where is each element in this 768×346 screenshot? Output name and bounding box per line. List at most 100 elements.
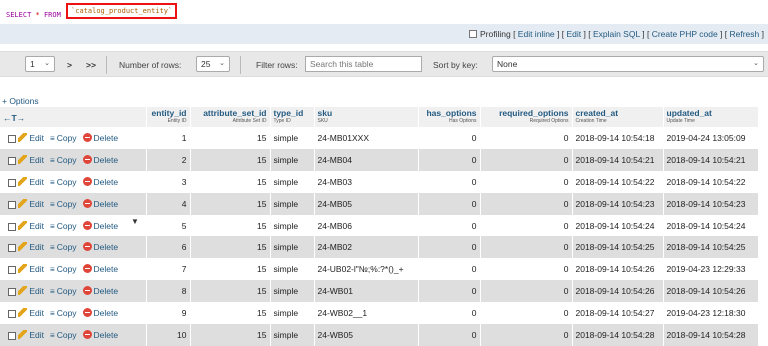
cell-required-options[interactable]: 0 (480, 280, 573, 303)
cell-type-id[interactable]: simple (270, 192, 315, 215)
cell-updated-at[interactable]: 2018-09-14 10:54:26 (663, 280, 759, 303)
cell-required-options[interactable]: 0 (480, 170, 573, 193)
delete-row-button[interactable]: Delete (82, 242, 118, 252)
column-header-updated-at[interactable]: updated_at Update Time (663, 107, 759, 127)
next-page-button[interactable]: > (67, 60, 72, 70)
cell-sku[interactable]: 24-MB04 (314, 148, 419, 171)
cell-has-options[interactable]: 0 (418, 236, 481, 259)
cell-attribute-set-id[interactable]: 15 (190, 280, 271, 303)
cell-required-options[interactable]: 0 (480, 127, 573, 149)
delete-row-button[interactable]: Delete (82, 154, 118, 165)
profiling-checkbox[interactable] (468, 30, 477, 38)
profiling-label[interactable]: Profiling (480, 29, 511, 39)
edit-row-button[interactable]: Edit (18, 220, 44, 231)
edit-link[interactable]: Edit (566, 29, 581, 39)
cell-updated-at[interactable]: 2018-09-14 10:54:22 (663, 170, 759, 193)
cell-required-options[interactable]: 0 (480, 148, 573, 171)
column-header-required-options[interactable]: required_options Required Options (480, 107, 573, 127)
copy-row-button[interactable]: ≡ Copy (50, 133, 77, 143)
copy-row-button[interactable]: ≡ Copy (50, 199, 77, 209)
copy-row-button[interactable]: ≡ Copy (50, 155, 77, 165)
cell-updated-at[interactable]: 2019-04-23 12:18:30 (663, 302, 759, 325)
edit-row-button[interactable]: Edit (18, 329, 44, 340)
cell-type-id[interactable]: simple (270, 302, 315, 325)
column-arrows-icon[interactable]: ←T→ (3, 113, 25, 123)
column-header-attribute-set-id[interactable]: attribute_set_id Attribute Set ID (190, 107, 271, 127)
cell-has-options[interactable]: 0 (418, 214, 481, 237)
page-select[interactable]: 1 ⌄ (25, 56, 55, 72)
delete-row-button[interactable]: Delete (82, 264, 118, 274)
edit-inline-link[interactable]: Edit inline (518, 29, 555, 39)
cell-has-options[interactable]: 0 (418, 170, 481, 193)
cell-has-options[interactable]: 0 (418, 280, 481, 303)
cell-type-id[interactable]: simple (270, 236, 315, 259)
cell-attribute-set-id[interactable]: 15 (190, 127, 271, 149)
cell-created-at[interactable]: 2018-09-14 10:54:23 (572, 192, 664, 215)
row-checkbox[interactable] (8, 200, 16, 209)
row-checkbox[interactable] (8, 156, 16, 165)
cell-type-id[interactable]: simple (270, 127, 315, 149)
options-toggle[interactable]: + Options (2, 96, 39, 106)
sql-table-name[interactable]: `catalog_product_entity` (66, 3, 178, 19)
edit-row-button[interactable]: Edit (18, 176, 44, 187)
cell-required-options[interactable]: 0 (480, 236, 573, 259)
cell-sku[interactable]: 24-WB05 (314, 324, 419, 346)
cell-required-options[interactable]: 0 (480, 302, 573, 325)
cell-attribute-set-id[interactable]: 15 (190, 236, 271, 259)
column-header-created-at[interactable]: created_at Creation Time (572, 107, 664, 127)
copy-row-button[interactable]: ≡ Copy (50, 177, 77, 187)
cell-attribute-set-id[interactable]: 15 (190, 302, 271, 325)
cell-type-id[interactable]: simple (270, 324, 315, 346)
cell-created-at[interactable]: 2018-09-14 10:54:24 (572, 214, 664, 237)
cell-has-options[interactable]: 0 (418, 258, 481, 281)
cell-entity-id[interactable]: 9 (146, 302, 191, 325)
cell-updated-at[interactable]: 2018-09-14 10:54:24 (663, 214, 759, 237)
cell-sku[interactable]: 24-MB05 (314, 192, 419, 215)
cell-has-options[interactable]: 0 (418, 148, 481, 171)
cell-attribute-set-id[interactable]: 15 (190, 170, 271, 193)
copy-row-button[interactable]: ≡ Copy (50, 308, 77, 318)
column-header-entity-id[interactable]: entity_id Entity ID (146, 107, 191, 127)
cell-type-id[interactable]: simple (270, 170, 315, 193)
cell-type-id[interactable]: simple (270, 148, 315, 171)
delete-row-button[interactable]: Delete (82, 308, 118, 318)
row-checkbox[interactable] (8, 310, 16, 319)
cell-created-at[interactable]: 2018-09-14 10:54:27 (572, 302, 664, 325)
cell-sku[interactable]: 24-UB02-l"№;%:?*()_+ (314, 258, 419, 281)
cell-created-at[interactable]: 2018-09-14 10:54:18 (572, 127, 664, 149)
refresh-link[interactable]: Refresh (730, 29, 760, 39)
cell-has-options[interactable]: 0 (418, 127, 481, 149)
cell-sku[interactable]: 24-MB01XXX (314, 127, 419, 149)
row-checkbox[interactable] (8, 331, 16, 340)
cell-entity-id[interactable]: 10 (146, 324, 191, 346)
delete-row-button[interactable]: Delete (82, 329, 118, 340)
cell-created-at[interactable]: 2018-09-14 10:54:28 (572, 324, 664, 346)
cell-entity-id[interactable]: 8 (146, 280, 191, 303)
cell-entity-id[interactable]: 2 (146, 148, 191, 171)
explain-sql-link[interactable]: Explain SQL (593, 29, 640, 39)
column-header-has-options[interactable]: has_options Has Options (418, 107, 481, 127)
cell-attribute-set-id[interactable]: 15 (190, 192, 271, 215)
cell-updated-at[interactable]: 2018-09-14 10:54:25 (663, 236, 759, 259)
row-checkbox[interactable] (8, 134, 16, 143)
cell-updated-at[interactable]: 2019-04-24 13:05:09 (663, 127, 759, 149)
delete-row-button[interactable]: Delete (82, 220, 118, 231)
row-checkbox[interactable] (8, 266, 16, 275)
row-checkbox[interactable] (8, 288, 16, 297)
edit-row-button[interactable]: Edit (18, 264, 44, 274)
copy-row-button[interactable]: ≡ Copy (50, 242, 77, 252)
cell-updated-at[interactable]: 2019-04-23 12:29:33 (663, 258, 759, 281)
cell-updated-at[interactable]: 2018-09-14 10:54:28 (663, 324, 759, 346)
cell-has-options[interactable]: 0 (418, 302, 481, 325)
cell-required-options[interactable]: 0 (480, 192, 573, 215)
cell-attribute-set-id[interactable]: 15 (190, 148, 271, 171)
edit-row-button[interactable]: Edit (18, 132, 44, 143)
cell-entity-id[interactable]: 7 (146, 258, 191, 281)
edit-row-button[interactable]: Edit (18, 198, 44, 209)
cell-attribute-set-id[interactable]: 15 (190, 214, 271, 237)
cell-created-at[interactable]: 2018-09-14 10:54:25 (572, 236, 664, 259)
last-page-button[interactable]: >> (86, 60, 96, 70)
cell-has-options[interactable]: 0 (418, 192, 481, 215)
cell-entity-id[interactable]: 6 (146, 236, 191, 259)
delete-row-button[interactable]: Delete (82, 198, 118, 209)
